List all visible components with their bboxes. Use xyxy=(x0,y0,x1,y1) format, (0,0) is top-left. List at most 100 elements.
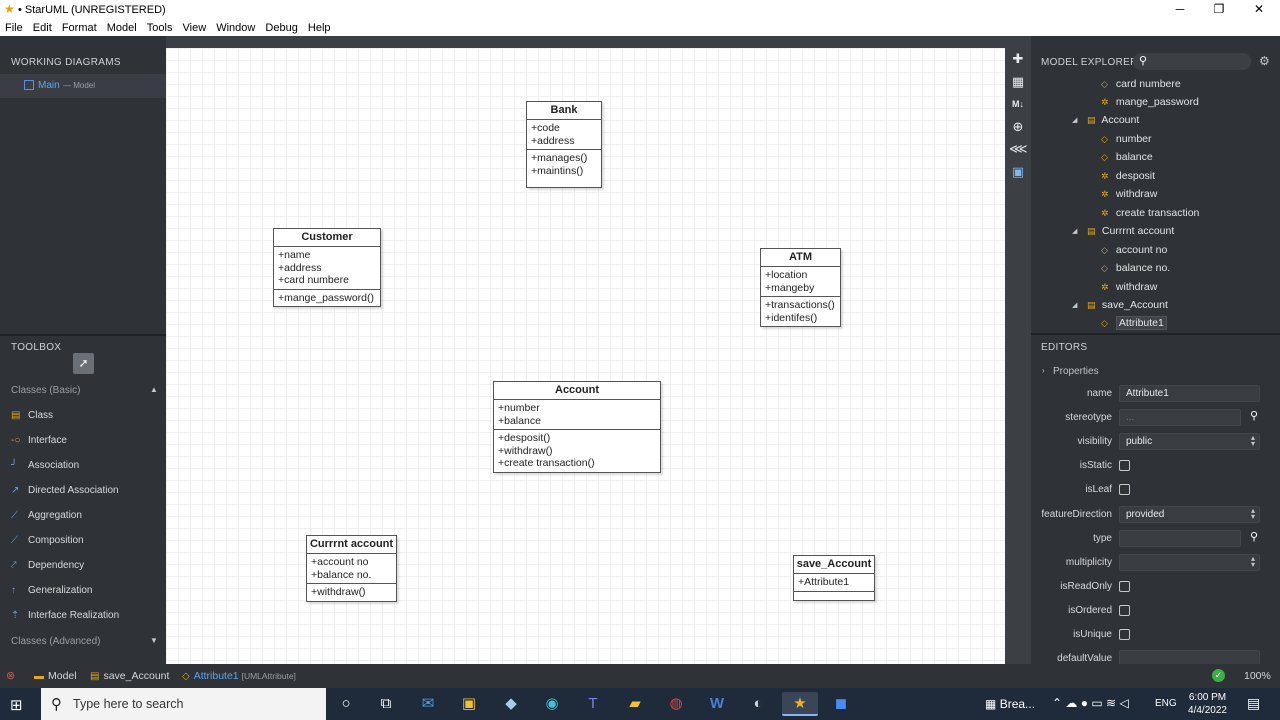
toolbox-group-header[interactable]: Classes (Basic) xyxy=(11,385,80,396)
multiplicity-select[interactable]: ▴ ▾ xyxy=(1119,554,1260,571)
panel-divider[interactable] xyxy=(1031,333,1280,335)
isleaf-checkbox[interactable] xyxy=(1119,484,1130,495)
attribute[interactable]: +Attribute1 xyxy=(798,576,870,589)
tree-item[interactable]: ✲ withdraw xyxy=(1101,281,1157,299)
tree-item[interactable]: ◇ account no xyxy=(1101,244,1167,262)
tree-item[interactable]: ◇ balance no. xyxy=(1101,262,1170,280)
tree-item[interactable]: ✲ withdraw xyxy=(1101,188,1157,206)
store-icon[interactable]: ▣ xyxy=(451,692,487,716)
toolbox-dependency[interactable]: ⤤ Dependency xyxy=(11,560,84,578)
minimize-button[interactable]: ─ xyxy=(1165,2,1195,16)
gear-icon[interactable]: ⚙ xyxy=(1259,54,1270,68)
type-input[interactable] xyxy=(1119,530,1241,547)
uml-class-customer[interactable]: Customer +name +address +card numbere +m… xyxy=(273,228,381,307)
toolbox-class[interactable]: ▤ Class xyxy=(11,410,53,428)
chevron-right-icon[interactable]: › xyxy=(1042,366,1045,375)
task-view-icon[interactable]: ⧉ xyxy=(368,692,404,716)
uml-class-currrnt-account[interactable]: Currrnt account +account no +balance no.… xyxy=(306,535,397,602)
zoom-icon[interactable]: ◼ xyxy=(823,692,859,716)
tree-item[interactable]: ✲ mange_password xyxy=(1101,96,1199,114)
staruml-taskbar-icon[interactable]: ★ xyxy=(782,692,818,716)
toolbox-interface-realization[interactable]: ⇡ Interface Realization xyxy=(11,610,119,628)
model-explorer-search[interactable]: ⚲ xyxy=(1133,53,1251,70)
panel-divider[interactable] xyxy=(0,334,166,336)
toolbox-generalization[interactable]: ↑ Generalization xyxy=(11,585,92,603)
defaultvalue-input[interactable] xyxy=(1119,650,1260,664)
toolbox-association[interactable]: ╯ Association xyxy=(11,460,79,478)
error-icon[interactable]: ⊗ xyxy=(6,669,15,682)
menu-file[interactable]: File xyxy=(0,20,23,36)
teams-icon[interactable]: T xyxy=(575,692,611,716)
zoom-level[interactable]: 100% xyxy=(1244,670,1271,682)
search-icon[interactable]: ⚲ xyxy=(1246,409,1262,426)
uml-class-bank[interactable]: Bank +code +address +manages() +maintins… xyxy=(526,101,602,188)
menu-help[interactable]: Help xyxy=(303,20,331,36)
tree-item[interactable]: ✲ desposit xyxy=(1101,170,1155,188)
isreadonly-checkbox[interactable] xyxy=(1119,581,1130,592)
properties-section[interactable]: Properties xyxy=(1053,366,1099,377)
tree-item[interactable]: ◢ ▤ Currrnt account xyxy=(1072,225,1174,243)
menu-debug[interactable]: Debug xyxy=(260,20,297,36)
toolbox-group-advanced[interactable]: Classes (Advanced) xyxy=(11,636,100,647)
menu-view[interactable]: View xyxy=(178,20,207,36)
taskbar-clock[interactable]: 6:00 PM 4/4/2022 xyxy=(1180,691,1235,717)
name-input[interactable]: Attribute1 xyxy=(1119,385,1260,402)
expand-down-icon[interactable]: ▼ xyxy=(150,636,158,645)
isunique-checkbox[interactable] xyxy=(1119,629,1130,640)
chrome-icon[interactable]: ◍ xyxy=(658,692,694,716)
uml-class-account[interactable]: Account +number +balance +desposit() +wi… xyxy=(493,381,661,473)
stereotype-input[interactable]: ... xyxy=(1119,409,1241,426)
app-icon[interactable]: ◐ xyxy=(740,692,776,716)
mail-icon[interactable]: ✉ xyxy=(410,692,446,716)
windows-start-icon[interactable]: ⊞ xyxy=(10,696,23,714)
isstatic-checkbox[interactable] xyxy=(1119,460,1130,471)
input-language[interactable]: ENG xyxy=(1155,698,1177,709)
isordered-checkbox[interactable] xyxy=(1119,605,1130,616)
breadcrumb-model[interactable]: ▬ Model xyxy=(34,670,77,682)
visibility-select[interactable]: public ▴ ▾ xyxy=(1119,433,1260,450)
cortana-icon[interactable]: ○ xyxy=(328,692,364,716)
validation-ok-icon[interactable]: ✓ xyxy=(1212,669,1225,682)
toolbox-composition[interactable]: ⟋ Composition xyxy=(11,535,84,553)
menu-format[interactable]: Format xyxy=(57,20,97,36)
notification-icon[interactable]: ▤ xyxy=(1247,695,1260,712)
working-diagram-item-main[interactable]: Main — Model xyxy=(0,74,166,98)
taskbar-search-box[interactable]: ⚲ Type here to search xyxy=(41,688,326,720)
edge-icon[interactable]: ◉ xyxy=(534,692,570,716)
system-tray[interactable]: ⌃ ☁ ● ▭ ≋ ◁ xyxy=(1052,696,1129,710)
word-icon[interactable]: W xyxy=(699,692,735,716)
news-widget[interactable]: ▦ Brea... xyxy=(985,697,1035,711)
menu-model[interactable]: Model xyxy=(102,20,137,36)
tree-item[interactable]: ✲ create transaction xyxy=(1101,207,1199,225)
expand-arrow-icon[interactable]: ◢ xyxy=(1072,116,1077,124)
file-explorer-icon[interactable]: ▰ xyxy=(617,692,653,716)
collapse-up-icon[interactable]: ▲ xyxy=(150,385,158,394)
menu-edit[interactable]: Edit xyxy=(28,20,52,36)
navigator-icon[interactable]: ⊕ xyxy=(1009,118,1027,136)
search-icon[interactable]: ⚲ xyxy=(1246,530,1262,547)
breadcrumb-diagram[interactable]: ▤ save_Account xyxy=(90,670,169,682)
toolbox-directed-association[interactable]: ↗ Directed Association xyxy=(11,485,119,503)
expand-arrow-icon[interactable]: ◢ xyxy=(1072,227,1077,235)
menu-window[interactable]: Window xyxy=(211,20,255,36)
app-icon[interactable]: ◆ xyxy=(493,692,529,716)
uml-class-save-account[interactable]: save_Account +Attribute1 xyxy=(793,555,875,601)
tree-item[interactable]: ◇ number xyxy=(1101,133,1152,151)
tree-item[interactable]: ◇ card numbere xyxy=(1101,78,1181,96)
diagram-layout-icon[interactable]: ▦ xyxy=(1009,73,1027,91)
close-button[interactable]: ✕ xyxy=(1244,2,1274,16)
tree-item[interactable]: ◢ ▤ Account xyxy=(1072,114,1139,132)
breadcrumb-element[interactable]: ◇ Attribute1 [UMLAttribute] xyxy=(182,670,296,682)
menu-tools[interactable]: Tools xyxy=(142,20,173,36)
tree-item[interactable]: ◇ balance xyxy=(1101,151,1153,169)
markdown-icon[interactable]: M↓ xyxy=(1009,95,1027,113)
gift-icon[interactable]: ▣ xyxy=(1009,163,1027,181)
expand-arrow-icon[interactable]: ◢ xyxy=(1072,301,1077,309)
select-cursor-tool[interactable]: ➚ xyxy=(73,353,94,374)
maximize-button[interactable]: ❐ xyxy=(1204,2,1234,16)
toolbox-aggregation[interactable]: ⟋ Aggregation xyxy=(11,510,82,528)
tree-item[interactable]: ◢ ▤ save_Account xyxy=(1072,299,1168,317)
toolbox-interface[interactable]: -○ Interface xyxy=(11,435,67,453)
extension-manager-icon[interactable]: ✚ xyxy=(1009,50,1027,68)
diagram-canvas[interactable]: Bank +code +address +manages() +maintins… xyxy=(166,48,1005,664)
